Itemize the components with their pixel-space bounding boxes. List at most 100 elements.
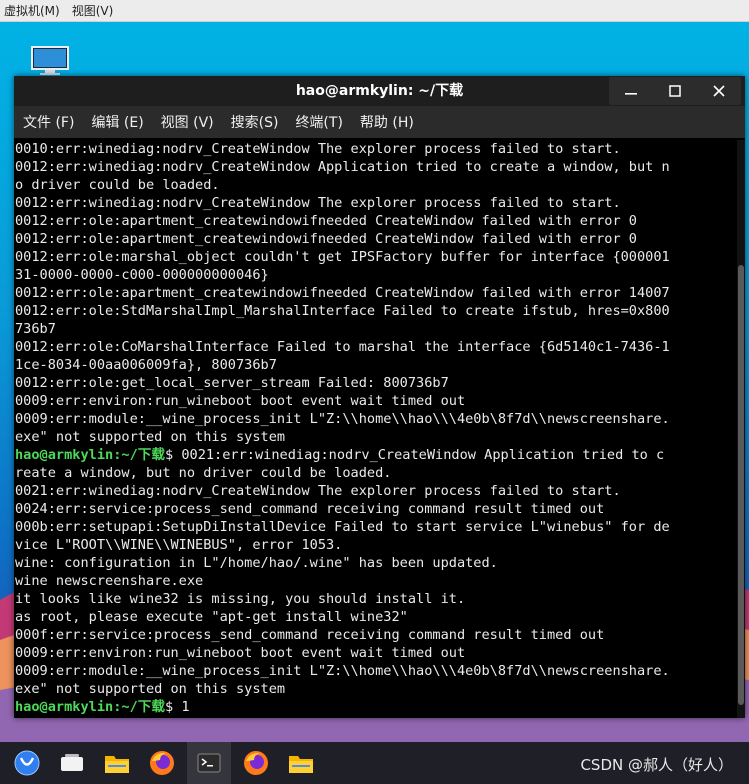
close-button[interactable] [697,77,741,105]
menu-edit[interactable]: 编辑 (E) [83,112,151,132]
terminal-line: 0012:err:ole:StdMarshalImpl_MarshalInter… [15,302,731,320]
maximize-button[interactable] [653,77,697,105]
terminal-text: exe" not supported on this system [15,429,286,445]
csdn-watermark: CSDN @郝人（好人） [580,756,733,774]
terminal-text: it looks like wine32 is missing, you sho… [15,591,466,607]
terminal-text: $ 1 [164,699,190,715]
terminal-line: 0009:err:module:__wine_process_init L"Z:… [15,410,731,428]
file-manager-icon [289,756,313,773]
taskbar-firefox[interactable] [142,742,182,784]
terminal-line: wine: configuration in L"/home/hao/.wine… [15,554,731,572]
terminal-text: wine newscreenshare.exe [15,573,204,589]
terminal-line: wine newscreenshare.exe [15,572,731,590]
vm-menubar: 虚拟机(M) 视图(V) [0,0,749,22]
kylin-start-icon [14,750,40,776]
terminal-line: 0009:err:environ:run_wineboot boot event… [15,644,731,662]
terminal-text: exe" not supported on this system [15,681,286,697]
minimize-button[interactable] [609,77,653,105]
file-manager-icon [105,756,129,773]
shell-prompt: hao@armkylin:~/下载 [15,447,165,463]
terminal-text: 0009:err:environ:run_wineboot boot event… [15,393,466,409]
terminal-output[interactable]: 0010:err:winediag:nodrv_CreateWindow The… [15,140,731,718]
maximize-icon [669,85,681,97]
terminal-line: 0012:err:ole:marshal_object couldn't get… [15,248,731,266]
terminal-text: 0024:err:service:process_send_command re… [15,501,605,517]
terminal-line: 000b:err:setupapi:SetupDiInstallDevice F… [15,518,731,536]
terminal-line: 0012:err:ole:apartment_createwindowifnee… [15,230,731,248]
window-titlebar[interactable]: hao@armkylin: ~/下载 [14,76,745,106]
terminal-line: 0012:err:ole:apartment_createwindowifnee… [15,212,731,230]
terminal-text: 0012:err:ole:StdMarshalImpl_MarshalInter… [15,303,670,319]
terminal-line: 000f:err:service:process_send_command re… [15,626,731,644]
window-controls [609,77,741,105]
close-icon [713,85,725,97]
terminal-text: $ 0021:err:winediag:nodrv_CreateWindow A… [164,447,665,463]
terminal-line: 0012:err:ole:get_local_server_stream Fai… [15,374,731,392]
terminal-line: hao@armkylin:~/下载$ 1 [15,698,731,716]
taskbar-multitask[interactable] [52,742,92,784]
terminal-line: 1ce-8034-00aa006009fa}, 800736b7 [15,356,731,374]
terminal-window[interactable]: hao@armkylin: ~/下载 文件 (F) 编辑 (E) 视图 (V) … [14,76,745,718]
terminal-line: 0009:err:module:__wine_process_init L"Z:… [15,662,731,680]
multitask-view-icon [61,754,83,771]
vm-menu-machine[interactable]: 虚拟机(M) [0,2,68,19]
terminal-line: it looks like wine32 is missing, you sho… [15,590,731,608]
firefox-icon [150,751,174,775]
terminal-line: 0024:err:service:process_send_command re… [15,500,731,518]
menu-search[interactable]: 搜索(S) [223,112,287,132]
terminal-text: 0012:err:ole:CoMarshalInterface Failed t… [15,339,670,355]
terminal-text: 0009:err:environ:run_wineboot boot event… [15,645,466,661]
terminal-line: exe" not supported on this system [15,428,731,446]
terminal-line: 31-0000-0000-c000-000000000046} [15,266,731,284]
taskbar-terminal[interactable] [187,742,231,784]
terminal-text: 0012:err:ole:apartment_createwindowifnee… [15,231,637,247]
computer-desktop-icon[interactable] [30,45,70,77]
terminal-text: 000b:err:setupapi:SetupDiInstallDevice F… [15,519,670,535]
terminal-line: 736b7 [15,320,731,338]
terminal-text: 0012:err:ole:marshal_object couldn't get… [15,249,670,265]
terminal-text: 0009:err:module:__wine_process_init L"Z:… [15,663,670,679]
terminal-text: 736b7 [15,321,56,337]
taskbar-start[interactable] [7,742,47,784]
menu-view[interactable]: 视图 (V) [153,112,222,132]
terminal-line: o driver could be loaded. [15,176,731,194]
terminal-text: 0012:err:ole:get_local_server_stream Fai… [15,375,449,391]
terminal-text: 0009:err:module:__wine_process_init L"Z:… [15,411,670,427]
terminal-text: as root, please execute "apt-get install… [15,609,408,625]
vm-menu-view[interactable]: 视图(V) [68,2,122,19]
terminal-icon [197,753,221,773]
terminal-text: reate a window, but no driver could be l… [15,465,392,481]
terminal-line: reate a window, but no driver could be l… [15,464,731,482]
menu-help[interactable]: 帮助 (H) [352,112,422,132]
terminal-text: 0012:err:ole:apartment_createwindowifnee… [15,213,637,229]
terminal-text: 0012:err:winediag:nodrv_CreateWindow The… [15,195,621,211]
taskbar-files[interactable] [97,742,137,784]
firefox-icon [244,751,268,775]
terminal-line: 0021:err:winediag:nodrv_CreateWindow The… [15,482,731,500]
taskbar-files-2[interactable] [281,742,321,784]
terminal-text: 1ce-8034-00aa006009fa}, 800736b7 [15,357,277,373]
terminal-line: 0012:err:ole:apartment_createwindowifnee… [15,284,731,302]
terminal-line: 0009:err:environ:run_wineboot boot event… [15,392,731,410]
taskbar-firefox-2[interactable] [236,742,276,784]
terminal-line: 0012:err:winediag:nodrv_CreateWindow The… [15,194,731,212]
terminal-text: 0012:err:winediag:nodrv_CreateWindow App… [15,159,670,175]
terminal-line: 0012:err:winediag:nodrv_CreateWindow App… [15,158,731,176]
minimize-icon [625,93,637,95]
terminal-line: vice L"ROOT\\WINE\\WINEBUS", error 1053. [15,536,731,554]
terminal-scrollbar[interactable] [737,140,745,718]
terminal-line: exe" not supported on this system [15,680,731,698]
terminal-text: 0010:err:winediag:nodrv_CreateWindow The… [15,141,621,157]
terminal-text: wine: configuration in L"/home/hao/.wine… [15,555,498,571]
terminal-line: 0010:err:winediag:nodrv_CreateWindow The… [15,140,731,158]
scrollbar-thumb[interactable] [738,265,744,705]
terminal-text: 0021:err:winediag:nodrv_CreateWindow The… [15,483,621,499]
terminal-text: 000f:err:service:process_send_command re… [15,627,605,643]
terminal-line: 0012:err:ole:CoMarshalInterface Failed t… [15,338,731,356]
menu-terminal[interactable]: 终端(T) [287,112,350,132]
terminal-text: 0012:err:ole:apartment_createwindowifnee… [15,285,670,301]
menu-file[interactable]: 文件 (F) [15,112,82,132]
shell-prompt: hao@armkylin:~/下载 [15,699,165,715]
terminal-text: 31-0000-0000-c000-000000000046} [15,267,269,283]
terminal-text: vice L"ROOT\\WINE\\WINEBUS", error 1053. [15,537,343,553]
